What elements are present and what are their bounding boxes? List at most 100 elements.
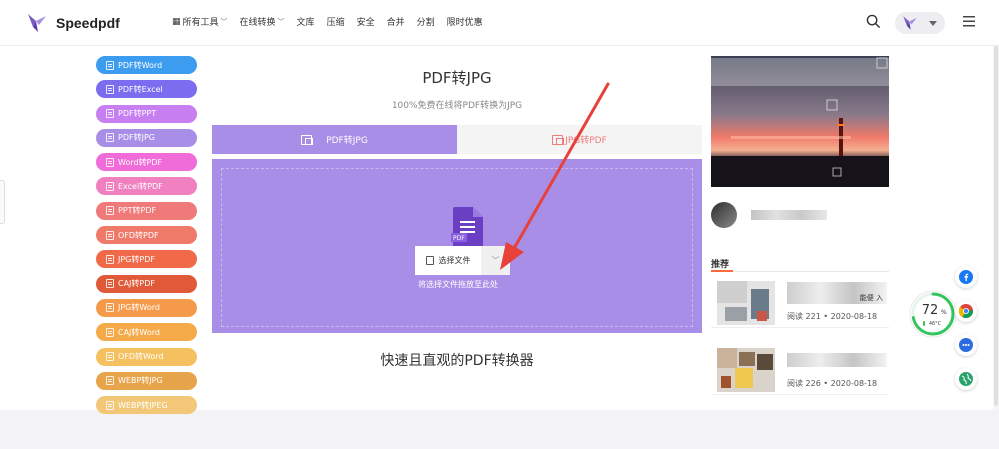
menu-icon[interactable]: [963, 16, 975, 27]
file-icon: [106, 109, 114, 119]
hero-image[interactable]: [711, 56, 889, 187]
nav-security[interactable]: 安全: [357, 15, 375, 28]
article-author[interactable]: [711, 202, 827, 228]
logo-text: Speedpdf: [56, 15, 120, 31]
sidebar-tool-button[interactable]: OFD转PDF: [96, 226, 197, 245]
article-meta: 阅读 221 • 2020-08-18: [787, 311, 877, 322]
left-edge-tab[interactable]: [0, 180, 5, 224]
page-subtitle: 100%免费在线将PDF转换为JPG: [391, 101, 523, 111]
author-name-blurred: [751, 210, 827, 220]
file-icon: [106, 327, 114, 337]
red-annotation-arrow-icon: [500, 82, 610, 270]
sidebar-tool-button[interactable]: PDF转JPG: [96, 128, 197, 147]
file-icon: [106, 60, 114, 70]
article-title: 能便 入: [787, 283, 887, 303]
sidebar-tool-button[interactable]: Word转PDF: [96, 153, 197, 172]
article-thumbnail: [717, 281, 775, 325]
read-count: 阅读 221: [787, 312, 821, 321]
drop-zone[interactable]: PDF 选择文件 ﹀ 将选择文件拖放至此处: [221, 168, 693, 327]
thumbnail-image: [717, 281, 775, 325]
nav-limited-offer[interactable]: 限时优惠: [447, 15, 483, 28]
nav-label: 所有工具: [182, 18, 219, 28]
user-menu[interactable]: [895, 12, 945, 34]
sidebar-tool-label: Excel转PDF: [118, 181, 163, 191]
sidebar-tool-label: PDF转JPG: [118, 133, 155, 143]
sidebar-tool-label: JPG转Word: [118, 303, 160, 313]
nav-split[interactable]: 分割: [417, 15, 435, 28]
chrome-button[interactable]: [955, 300, 977, 322]
sidebar-tool-label: OFD转PDF: [118, 230, 159, 240]
chevron-down-icon: ﹀: [277, 17, 285, 26]
system-monitor-widget[interactable]: 72 % 46°C: [908, 289, 958, 339]
page-title: PDF转JPG: [422, 69, 492, 87]
messenger-button[interactable]: [955, 334, 977, 356]
thermometer-icon: [923, 321, 925, 326]
section-heading: 快速且直观的PDF转换器: [380, 353, 534, 369]
scrollbar-thumb[interactable]: [994, 46, 998, 406]
tab-pdf-to-jpg[interactable]: PDF转JPG: [212, 125, 457, 154]
messenger-icon: [959, 338, 973, 352]
sidebar-tool-button[interactable]: PDF转PPT: [96, 104, 197, 123]
file-icon: [106, 376, 114, 386]
file-icon: [106, 133, 114, 143]
avatar: [903, 16, 917, 30]
image-file-icon: [301, 134, 314, 145]
sidebar-tool-label: CAJ转Word: [118, 327, 160, 337]
sidebar-tool-label: JPG转PDF: [118, 254, 155, 264]
sidebar-tool-button[interactable]: Excel转PDF: [96, 177, 197, 196]
tool-sidebar: PDF转Word PDF转Excel PDF转PPT PDF转JPG Word转PDF E…: [96, 56, 197, 420]
sidebar-tool-button[interactable]: CAJ转PDF: [96, 274, 197, 293]
recommend-item[interactable]: 能便 入 阅读 221 • 2020-08-18: [711, 278, 889, 328]
gauge-ring-icon: 72 % 46°C: [909, 290, 957, 338]
dot-separator: •: [823, 312, 831, 321]
facebook-button[interactable]: [955, 266, 977, 288]
chrome-icon: [959, 304, 973, 318]
nav-label: 文库: [296, 18, 315, 28]
file-icon: [106, 206, 114, 216]
nav-label: 分割: [416, 18, 435, 28]
search-icon[interactable]: [866, 14, 881, 29]
item-divider: [711, 394, 889, 395]
sidebar-tool-button[interactable]: PDF转Word: [96, 56, 197, 74]
nav-compress[interactable]: 压缩: [327, 15, 345, 28]
recommend-heading: 推荐: [711, 260, 730, 270]
choose-file-button[interactable]: 选择文件: [415, 246, 481, 275]
sidebar-tool-button[interactable]: OFD转Word: [96, 347, 197, 366]
sidebar-tool-label: OFD转Word: [118, 352, 164, 362]
nav-library[interactable]: 文库: [297, 15, 315, 28]
pdf-file-icon: PDF: [451, 207, 483, 247]
chevron-down-icon: ﹀: [220, 17, 228, 26]
article-date: 2020-08-18: [830, 379, 878, 388]
svg-text:PDF: PDF: [453, 235, 465, 242]
thumbnail-image: [717, 348, 775, 392]
facebook-icon: [959, 270, 973, 284]
sidebar-tool-button[interactable]: JPG转PDF: [96, 250, 197, 269]
recommend-item[interactable]: 阅读 226 • 2020-08-18: [711, 345, 889, 395]
header: Speedpdf ▦ 所有工具 ﹀ 在线转换 ﹀ 文库 压缩 安全 合并 分割 …: [0, 0, 999, 46]
tab-label: PDF转JPG: [326, 136, 368, 146]
nav-merge[interactable]: 合并: [387, 15, 405, 28]
sidebar-tool-button[interactable]: CAJ转Word: [96, 323, 197, 342]
sidebar-tool-button[interactable]: PDF转Excel: [96, 80, 197, 99]
sidebar-tool-button[interactable]: PPT转PDF: [96, 201, 197, 220]
file-icon: [106, 400, 114, 410]
file-icon: [106, 157, 114, 167]
nav-all-tools[interactable]: ▦ 所有工具 ﹀: [172, 15, 228, 29]
grid-icon: ▦: [172, 16, 181, 27]
author-avatar: [711, 202, 737, 228]
file-icon: [106, 352, 114, 362]
heading-underline: [711, 270, 733, 272]
sidebar-tool-button[interactable]: WEBP转JPEG: [96, 396, 197, 415]
nav-online-convert[interactable]: 在线转换 ﹀: [239, 15, 285, 29]
sidebar-tool-label: PPT转PDF: [118, 206, 157, 216]
sidebar-tool-button[interactable]: JPG转Word: [96, 298, 197, 317]
globe-button[interactable]: [955, 368, 977, 390]
title-fragment: 能便 入: [859, 294, 883, 302]
item-divider: [711, 327, 889, 328]
upload-area[interactable]: PDF 选择文件 ﹀ 将选择文件拖放至此处: [212, 159, 702, 333]
nav-label: 限时优惠: [446, 18, 483, 28]
nav-label: 在线转换: [239, 18, 276, 28]
logo[interactable]: Speedpdf: [25, 11, 120, 35]
dot-separator: •: [823, 379, 831, 388]
sidebar-tool-button[interactable]: WEBP转JPG: [96, 371, 197, 390]
